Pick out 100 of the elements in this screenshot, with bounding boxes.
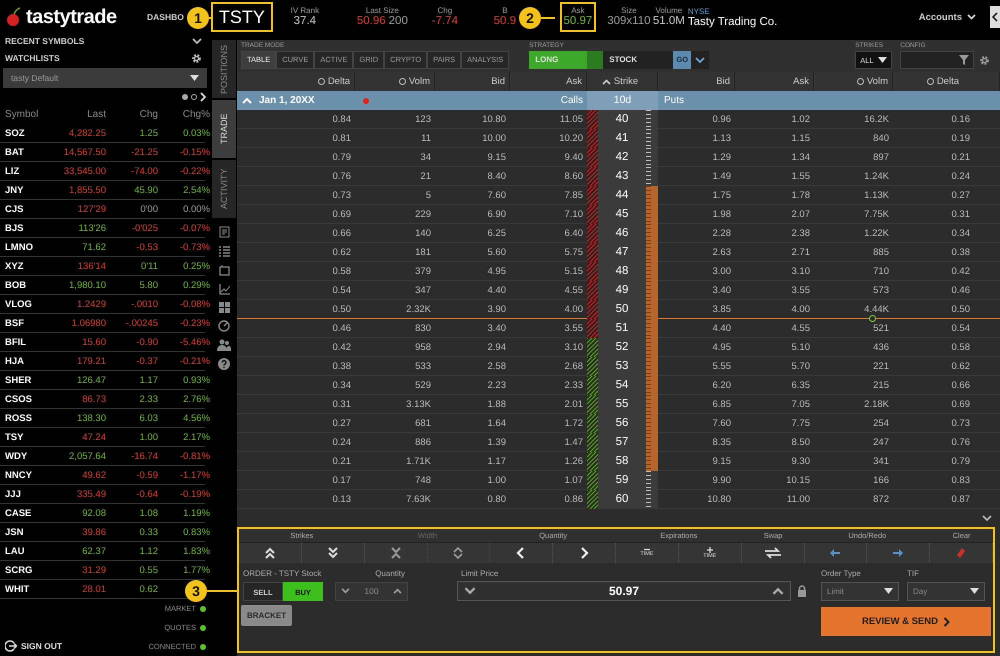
table-cell[interactable]: 0.87 [893,494,1000,505]
table-cell[interactable]: 10.20 [510,133,587,144]
table-cell[interactable]: 166 [814,475,893,486]
chart-icon[interactable] [218,283,230,295]
table-cell[interactable]: 2.38 [735,228,814,239]
table-cell[interactable]: 0.76 [237,171,355,182]
table-cell[interactable]: 1.49 [658,171,735,182]
symbol-cell[interactable]: HJA [5,356,60,366]
table-cell[interactable]: 0.62 [893,361,1000,372]
table-cell[interactable]: 885 [814,247,893,258]
table-cell[interactable]: 2.33 [510,380,587,391]
symbol-cell[interactable]: ROSS [5,412,60,424]
chevron-right-icon[interactable] [200,92,206,102]
table-cell[interactable]: 0.46 [237,323,355,334]
table-cell[interactable]: 5.75 [510,247,587,258]
table-cell[interactable]: 3.00 [658,266,735,277]
table-cell[interactable]: 8.60 [510,171,587,182]
table-cell[interactable]: 3.40 [658,285,735,296]
symbol-cell[interactable]: NNCY [5,470,60,480]
table-cell[interactable]: 4.44K [814,304,893,315]
table-cell[interactable]: 0.16 [893,114,1000,125]
table-cell[interactable]: 0.69 [237,209,355,220]
table-cell[interactable]: 0.38 [237,361,355,372]
symbol-cell[interactable]: BSF [5,318,60,328]
side-tab[interactable]: ACTIVITY [212,160,236,218]
table-cell[interactable]: 0.46 [893,285,1000,296]
order-type-dropdown[interactable]: Limit [821,582,899,600]
table-cell[interactable]: 0.21 [893,152,1000,163]
table-cell[interactable]: 11 [355,133,435,144]
table-cell[interactable]: 2.18K [814,399,893,410]
table-cell[interactable]: 681 [355,418,435,429]
symbol-cell[interactable]: XYZ [5,260,60,272]
table-cell[interactable]: 0.54 [893,323,1000,334]
table-cell[interactable]: 1.02 [735,114,814,125]
table-cell[interactable]: 5.60 [435,247,510,258]
table-cell[interactable]: 1.34 [735,152,814,163]
table-cell[interactable]: 4.00 [735,304,814,315]
table-cell[interactable]: 0.69 [893,399,1000,410]
table-cell[interactable]: 2.94 [435,342,510,353]
symbol-field[interactable]: TSTY [210,2,273,32]
config-field[interactable] [900,51,974,69]
table-cell[interactable]: 7.10 [510,209,587,220]
table-cell[interactable]: 1.24K [814,171,893,182]
column-header[interactable]: Last [60,108,106,120]
table-cell[interactable]: 3.55 [735,285,814,296]
symbol-cell[interactable]: LMNO [5,242,60,252]
table-cell[interactable]: 1.71K [355,456,435,467]
page-dot[interactable] [191,94,197,100]
table-cell[interactable]: 2.01 [510,399,587,410]
table-cell[interactable]: 529 [355,380,435,391]
table-cell[interactable]: 7.75 [735,418,814,429]
table-cell[interactable]: 5 [355,190,435,201]
table-cell[interactable]: 0.27 [893,190,1000,201]
list-icon[interactable] [218,245,230,257]
table-cell[interactable]: 0.66 [893,380,1000,391]
table-cell[interactable]: 521 [814,323,893,334]
table-cell[interactable]: 0.76 [893,437,1000,448]
table-cell[interactable]: 0.79 [237,152,355,163]
column-header[interactable]: Symbol [5,108,60,120]
sign-out-button[interactable]: SIGN OUT [5,640,62,652]
table-cell[interactable]: 0.31 [237,399,355,410]
table-cell[interactable]: 1.75 [658,190,735,201]
people-icon[interactable] [217,339,231,351]
chevron-down-icon[interactable] [982,514,992,522]
table-cell[interactable]: 0.58 [893,342,1000,353]
side-tab[interactable]: TRADE [212,100,236,158]
table-cell[interactable]: 10.80 [435,114,510,125]
table-cell[interactable]: 9.90 [658,475,735,486]
table-cell[interactable]: 10.80 [658,494,735,505]
symbol-cell[interactable]: BFIL [5,336,60,348]
table-cell[interactable]: 886 [355,437,435,448]
table-cell[interactable]: 0.96 [658,114,735,125]
table-cell[interactable]: 1.00 [435,475,510,486]
help-icon[interactable] [218,358,230,370]
dropdown-button[interactable] [691,51,710,69]
table-cell[interactable]: 0.81 [237,133,355,144]
table-cell[interactable]: 4.40 [658,323,735,334]
table-cell[interactable]: 1.88 [435,399,510,410]
table-cell[interactable]: 3.40 [435,323,510,334]
table-cell[interactable]: 8.50 [735,437,814,448]
table-cell[interactable]: 247 [814,437,893,448]
table-cell[interactable]: 0.84 [237,114,355,125]
table-cell[interactable]: 1.13K [814,190,893,201]
table-cell[interactable]: 0.38 [893,247,1000,258]
table-cell[interactable]: 1.15 [735,133,814,144]
table-cell[interactable]: 3.10 [510,342,587,353]
column-header[interactable]: Chg [106,108,158,120]
table-cell[interactable]: 10.15 [735,475,814,486]
table-cell[interactable]: 0.13 [237,494,355,505]
quantity-stepper[interactable]: 100 [335,582,408,600]
table-cell[interactable]: 5.10 [735,342,814,353]
table-cell[interactable]: 6.85 [658,399,735,410]
symbol-cell[interactable]: WDY [5,450,60,462]
table-cell[interactable]: 34 [355,152,435,163]
table-cell[interactable]: 181 [355,247,435,258]
table-cell[interactable]: 0.83 [893,475,1000,486]
table-cell[interactable]: 0.58 [237,266,355,277]
price-field[interactable]: 50.97 [457,581,791,601]
strategy-dropdown[interactable]: STOCK [603,51,674,69]
table-cell[interactable]: 2.68 [510,361,587,372]
